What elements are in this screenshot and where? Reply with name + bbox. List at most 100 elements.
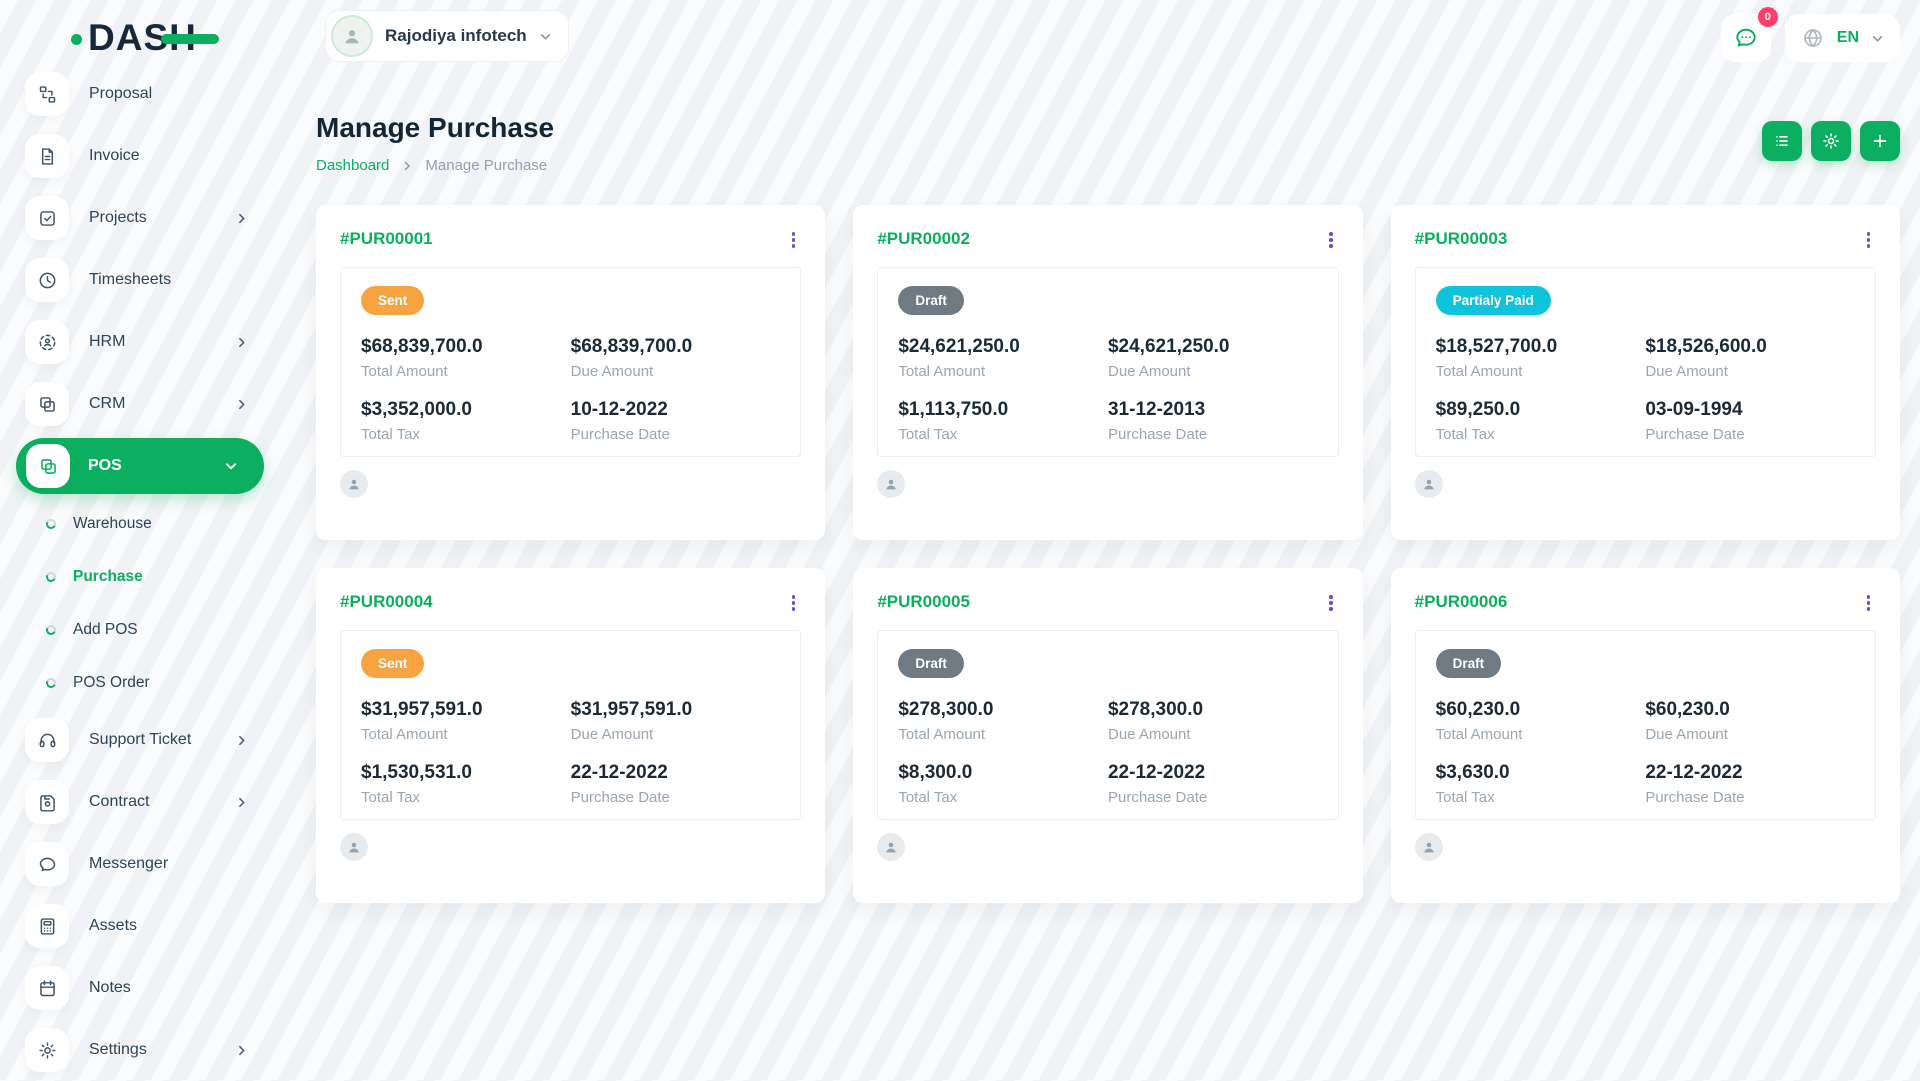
status-badge: Draft <box>1436 649 1502 678</box>
settings-icon <box>25 1028 69 1072</box>
total-tax-label: Total Tax <box>361 789 571 806</box>
sidebar-subitem-add-pos[interactable]: Add POS <box>0 603 290 656</box>
timesheets-icon <box>25 258 69 302</box>
more-options-icon[interactable] <box>1323 592 1339 614</box>
status-badge: Sent <box>361 286 424 315</box>
more-options-icon[interactable] <box>1323 229 1339 251</box>
chevron-down-icon <box>539 30 552 43</box>
sidebar-item-timesheets[interactable]: Timesheets <box>0 249 290 311</box>
user-icon <box>341 25 363 47</box>
sidebar-item-invoice[interactable]: Invoice <box>0 125 290 187</box>
sidebar-item-settings[interactable]: Settings <box>0 1019 290 1081</box>
sidebar-item-contract[interactable]: Contract <box>0 771 290 833</box>
chevron-right-icon <box>235 398 248 411</box>
total-amount-label: Total Amount <box>1436 726 1646 743</box>
purchase-id-link[interactable]: #PUR00004 <box>340 592 433 612</box>
purchase-card: #PUR00001 Sent $68,839,700.0Total Amount… <box>316 205 825 540</box>
messenger-icon <box>25 842 69 886</box>
app-logo[interactable]: DASH <box>88 18 197 58</box>
projects-icon <box>25 196 69 240</box>
due-amount-label: Due Amount <box>1645 363 1855 380</box>
status-badge: Draft <box>898 649 964 678</box>
chevron-down-icon <box>1871 32 1884 45</box>
purchase-id-link[interactable]: #PUR00006 <box>1415 592 1508 612</box>
avatar[interactable] <box>877 470 905 498</box>
workspace-dropdown[interactable]: Rajodiya infotech <box>325 10 569 62</box>
bullet-icon <box>45 517 58 530</box>
sidebar-item-hrm[interactable]: HRM <box>0 311 290 373</box>
total-amount-value: $24,621,250.0 <box>898 336 1108 358</box>
total-amount-label: Total Amount <box>898 726 1108 743</box>
sidebar-item-pos[interactable]: POS <box>0 435 290 497</box>
proposal-icon <box>25 72 69 116</box>
language-selector[interactable]: EN <box>1785 14 1900 62</box>
purchase-summary-box: Sent $31,957,591.0Total Amount $31,957,5… <box>340 630 801 820</box>
messages-button[interactable]: 0 <box>1721 14 1771 62</box>
chevron-down-icon <box>224 459 238 473</box>
due-amount-value: $68,839,700.0 <box>571 336 781 358</box>
chevron-right-icon <box>235 336 248 349</box>
avatar[interactable] <box>877 833 905 861</box>
total-tax-value: $3,630.0 <box>1436 762 1646 784</box>
purchase-date-value: 22-12-2022 <box>1645 762 1855 784</box>
purchase-id-link[interactable]: #PUR00005 <box>877 592 970 612</box>
more-options-icon[interactable] <box>786 229 802 251</box>
breadcrumb-current: Manage Purchase <box>425 157 547 174</box>
bullet-icon <box>45 623 58 636</box>
purchase-card: #PUR00003 Partialy Paid $18,527,700.0Tot… <box>1391 205 1900 540</box>
sidebar-item-assets[interactable]: Assets <box>0 895 290 957</box>
sidebar-subitem-purchase[interactable]: Purchase <box>0 550 290 603</box>
purchase-card: #PUR00004 Sent $31,957,591.0Total Amount… <box>316 568 825 903</box>
add-purchase-button[interactable] <box>1860 121 1900 161</box>
sidebar-item-support-ticket[interactable]: Support Ticket <box>0 709 290 771</box>
purchase-id-link[interactable]: #PUR00003 <box>1415 229 1508 249</box>
avatar[interactable] <box>340 833 368 861</box>
main-content: Manage Purchase Dashboard Manage Purchas… <box>316 78 1900 903</box>
due-amount-value: $278,300.0 <box>1108 699 1318 721</box>
purchase-id-link[interactable]: #PUR00002 <box>877 229 970 249</box>
due-amount-label: Due Amount <box>571 726 781 743</box>
due-amount-value: $60,230.0 <box>1645 699 1855 721</box>
purchase-card: #PUR00005 Draft $278,300.0Total Amount $… <box>853 568 1362 903</box>
purchase-date-label: Purchase Date <box>1108 789 1318 806</box>
list-view-button[interactable] <box>1762 121 1802 161</box>
purchase-date-value: 22-12-2022 <box>571 762 781 784</box>
more-options-icon[interactable] <box>1861 592 1877 614</box>
sidebar-item-projects[interactable]: Projects <box>0 187 290 249</box>
chat-icon <box>1733 25 1759 51</box>
sidebar-subitem-warehouse[interactable]: Warehouse <box>0 497 290 550</box>
notes-icon <box>25 966 69 1010</box>
sidebar-item-proposal[interactable]: Proposal <box>0 63 290 125</box>
total-amount-label: Total Amount <box>1436 363 1646 380</box>
crm-icon <box>25 382 69 426</box>
chevron-right-icon <box>235 796 248 809</box>
avatar[interactable] <box>1415 833 1443 861</box>
pos-active-pill[interactable]: POS <box>16 438 264 494</box>
purchase-summary-box: Draft $24,621,250.0Total Amount $24,621,… <box>877 267 1338 457</box>
settings-button[interactable] <box>1811 121 1851 161</box>
purchase-summary-box: Sent $68,839,700.0Total Amount $68,839,7… <box>340 267 801 457</box>
more-options-icon[interactable] <box>1861 229 1877 251</box>
sidebar-subitem-pos-order[interactable]: POS Order <box>0 656 290 709</box>
sidebar: Proposal Invoice Projects Timesheets HRM… <box>0 63 290 1081</box>
sidebar-item-messenger[interactable]: Messenger <box>0 833 290 895</box>
breadcrumb-dashboard-link[interactable]: Dashboard <box>316 157 389 174</box>
avatar[interactable] <box>340 470 368 498</box>
total-tax-label: Total Tax <box>898 789 1108 806</box>
total-amount-value: $18,527,700.0 <box>1436 336 1646 358</box>
sidebar-item-crm[interactable]: CRM <box>0 373 290 435</box>
avatar[interactable] <box>1415 470 1443 498</box>
pos-icon <box>26 444 70 488</box>
hrm-icon <box>25 320 69 364</box>
purchase-date-value: 31-12-2013 <box>1108 399 1318 421</box>
total-amount-value: $68,839,700.0 <box>361 336 571 358</box>
purchase-card: #PUR00002 Draft $24,621,250.0Total Amoun… <box>853 205 1362 540</box>
chevron-right-icon <box>235 1044 248 1057</box>
contract-icon <box>25 780 69 824</box>
purchase-date-value: 03-09-1994 <box>1645 399 1855 421</box>
sidebar-item-notes[interactable]: Notes <box>0 957 290 1019</box>
page-title: Manage Purchase <box>316 112 554 144</box>
more-options-icon[interactable] <box>786 592 802 614</box>
total-amount-value: $60,230.0 <box>1436 699 1646 721</box>
purchase-id-link[interactable]: #PUR00001 <box>340 229 433 249</box>
